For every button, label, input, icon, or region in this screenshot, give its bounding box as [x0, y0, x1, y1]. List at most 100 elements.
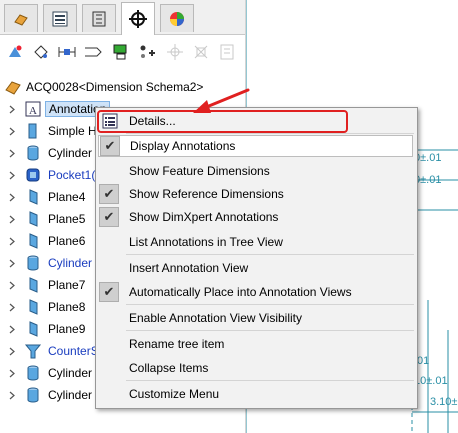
expand-arrow-icon[interactable] — [8, 258, 16, 268]
menu-item-label: Collapse Items — [129, 361, 209, 375]
menu-separator — [126, 133, 414, 134]
plane-icon — [23, 231, 43, 251]
geometric-tolerance-button[interactable] — [110, 41, 132, 63]
size-dimension-button[interactable] — [56, 41, 78, 63]
checkmark-icon: ✔ — [99, 282, 119, 302]
expand-arrow-icon[interactable] — [8, 192, 16, 202]
plane-icon — [23, 209, 43, 229]
expand-arrow-icon[interactable] — [8, 170, 16, 180]
menu-item-collapse-items[interactable]: Collapse Items — [96, 357, 417, 379]
tab-configuration-manager[interactable] — [82, 4, 116, 32]
pocket-icon — [23, 165, 43, 185]
menu-item-label: List Annotations in Tree View — [129, 235, 283, 249]
location-dimension-icon — [34, 45, 48, 59]
menu-item-display-annotations[interactable]: ✔ Display Annotations — [98, 135, 413, 157]
callout-highlight-box — [97, 110, 348, 133]
expand-arrow-icon[interactable] — [8, 324, 16, 334]
manager-tab-bar — [0, 0, 245, 35]
menu-item-show-feature-dimensions[interactable]: Show Feature Dimensions — [96, 160, 417, 182]
context-menu: Details... ✔ Display Annotations Show Fe… — [95, 107, 418, 409]
tree-item-label: Pocket1( — [48, 168, 96, 182]
tab-display-manager[interactable] — [160, 4, 194, 32]
datum-button[interactable] — [82, 41, 104, 63]
expand-arrow-icon[interactable] — [8, 390, 16, 400]
dimension-label[interactable]: 3.10± — [430, 396, 457, 408]
auto-dimension-scheme-button[interactable] — [4, 41, 26, 63]
menu-item-rename-tree-item[interactable]: Rename tree item — [96, 333, 417, 355]
countersink-icon — [23, 341, 43, 361]
menu-separator — [126, 380, 414, 381]
cylinder-icon — [23, 143, 43, 163]
tab-feature-manager[interactable] — [4, 4, 38, 32]
menu-item-show-reference-dimensions[interactable]: ✔ Show Reference Dimensions — [96, 183, 417, 205]
tab-property-manager[interactable] — [43, 4, 77, 32]
pattern-feature-button[interactable] — [136, 41, 158, 63]
plane-icon — [23, 297, 43, 317]
checkmark-icon: ✔ — [99, 184, 119, 204]
display-manager-icon — [170, 11, 184, 26]
expand-arrow-icon[interactable] — [8, 368, 16, 378]
size-dimension-icon — [58, 47, 76, 57]
copy-scheme-icon — [194, 45, 208, 59]
menu-item-label: Customize Menu — [129, 387, 220, 401]
menu-item-show-dimxpert-annotations[interactable]: ✔ Show DimXpert Annotations — [96, 206, 417, 228]
dimension-label[interactable]: 0±.01 — [414, 152, 441, 164]
tab-dimxpert-manager[interactable] — [121, 2, 155, 35]
dimxpert-manager-icon — [129, 10, 147, 28]
expand-arrow-icon[interactable] — [8, 280, 16, 290]
annotations-folder-icon: A — [23, 99, 43, 119]
cylinder-icon — [23, 363, 43, 383]
tree-item-label: Plane9 — [48, 322, 86, 336]
cylinder-icon — [23, 253, 43, 273]
expand-arrow-icon[interactable] — [8, 126, 16, 136]
copy-scheme-button[interactable] — [190, 41, 212, 63]
expand-arrow-icon[interactable] — [8, 346, 16, 356]
tree-item-label: Cylinder — [48, 366, 93, 380]
tree-item-label: Plane7 — [48, 278, 86, 292]
feature-manager-icon — [14, 13, 28, 26]
menu-item-label: Automatically Place into Annotation View… — [129, 285, 352, 299]
menu-item-label: Enable Annotation View Visibility — [129, 311, 303, 325]
expand-arrow-icon[interactable] — [8, 302, 16, 312]
location-dimension-button[interactable] — [30, 41, 52, 63]
menu-item-label: Show Feature Dimensions — [129, 164, 270, 178]
dimension-label[interactable]: 0±.01 — [414, 174, 441, 186]
simple-hole-icon — [23, 121, 43, 141]
svg-text:A: A — [29, 105, 37, 117]
tree-root-label: ACQ0028<Dimension Schema2> — [26, 80, 204, 94]
dimension-label[interactable]: 10±.01 — [414, 375, 448, 387]
tree-item-label: Cylinder — [48, 256, 93, 270]
menu-item-list-annotations[interactable]: List Annotations in Tree View — [96, 231, 417, 253]
tree-item-label: Plane5 — [48, 212, 86, 226]
dimxpert-toolbar — [0, 37, 245, 67]
menu-item-auto-place-annotation-views[interactable]: ✔ Automatically Place into Annotation Vi… — [96, 281, 417, 303]
tree-item-label: Plane4 — [48, 190, 86, 204]
configuration-manager-icon — [92, 11, 106, 26]
expand-arrow-icon[interactable] — [8, 236, 16, 246]
expand-arrow-icon[interactable] — [8, 148, 16, 158]
checkmark-icon: ✔ — [100, 136, 120, 156]
menu-item-enable-annotation-view-visibility[interactable]: Enable Annotation View Visibility — [96, 307, 417, 329]
delete-scheme-icon — [220, 44, 234, 60]
tree-item-label: Plane6 — [48, 234, 86, 248]
expand-arrow-icon[interactable] — [8, 104, 16, 114]
tree-root[interactable]: ACQ0028<Dimension Schema2> — [0, 76, 245, 98]
auto-dimension-scheme-icon — [9, 45, 22, 57]
menu-separator — [126, 330, 414, 331]
cylinder-icon — [23, 385, 43, 405]
plane-icon — [23, 187, 43, 207]
menu-item-insert-annotation-view[interactable]: Insert Annotation View — [96, 257, 417, 279]
show-tolerance-status-icon — [167, 44, 183, 60]
datum-icon — [85, 47, 102, 57]
tree-item-label: Simple H — [48, 124, 97, 138]
show-tolerance-status-button[interactable] — [164, 41, 186, 63]
menu-item-label: Rename tree item — [129, 337, 225, 351]
plane-icon — [23, 319, 43, 339]
menu-item-label: Insert Annotation View — [129, 261, 249, 275]
menu-item-customize-menu[interactable]: Customize Menu — [96, 383, 417, 405]
delete-scheme-button[interactable] — [216, 41, 238, 63]
expand-arrow-icon[interactable] — [8, 214, 16, 224]
menu-item-label: Show Reference Dimensions — [129, 187, 284, 201]
plane-icon — [23, 275, 43, 295]
menu-separator — [126, 304, 414, 305]
